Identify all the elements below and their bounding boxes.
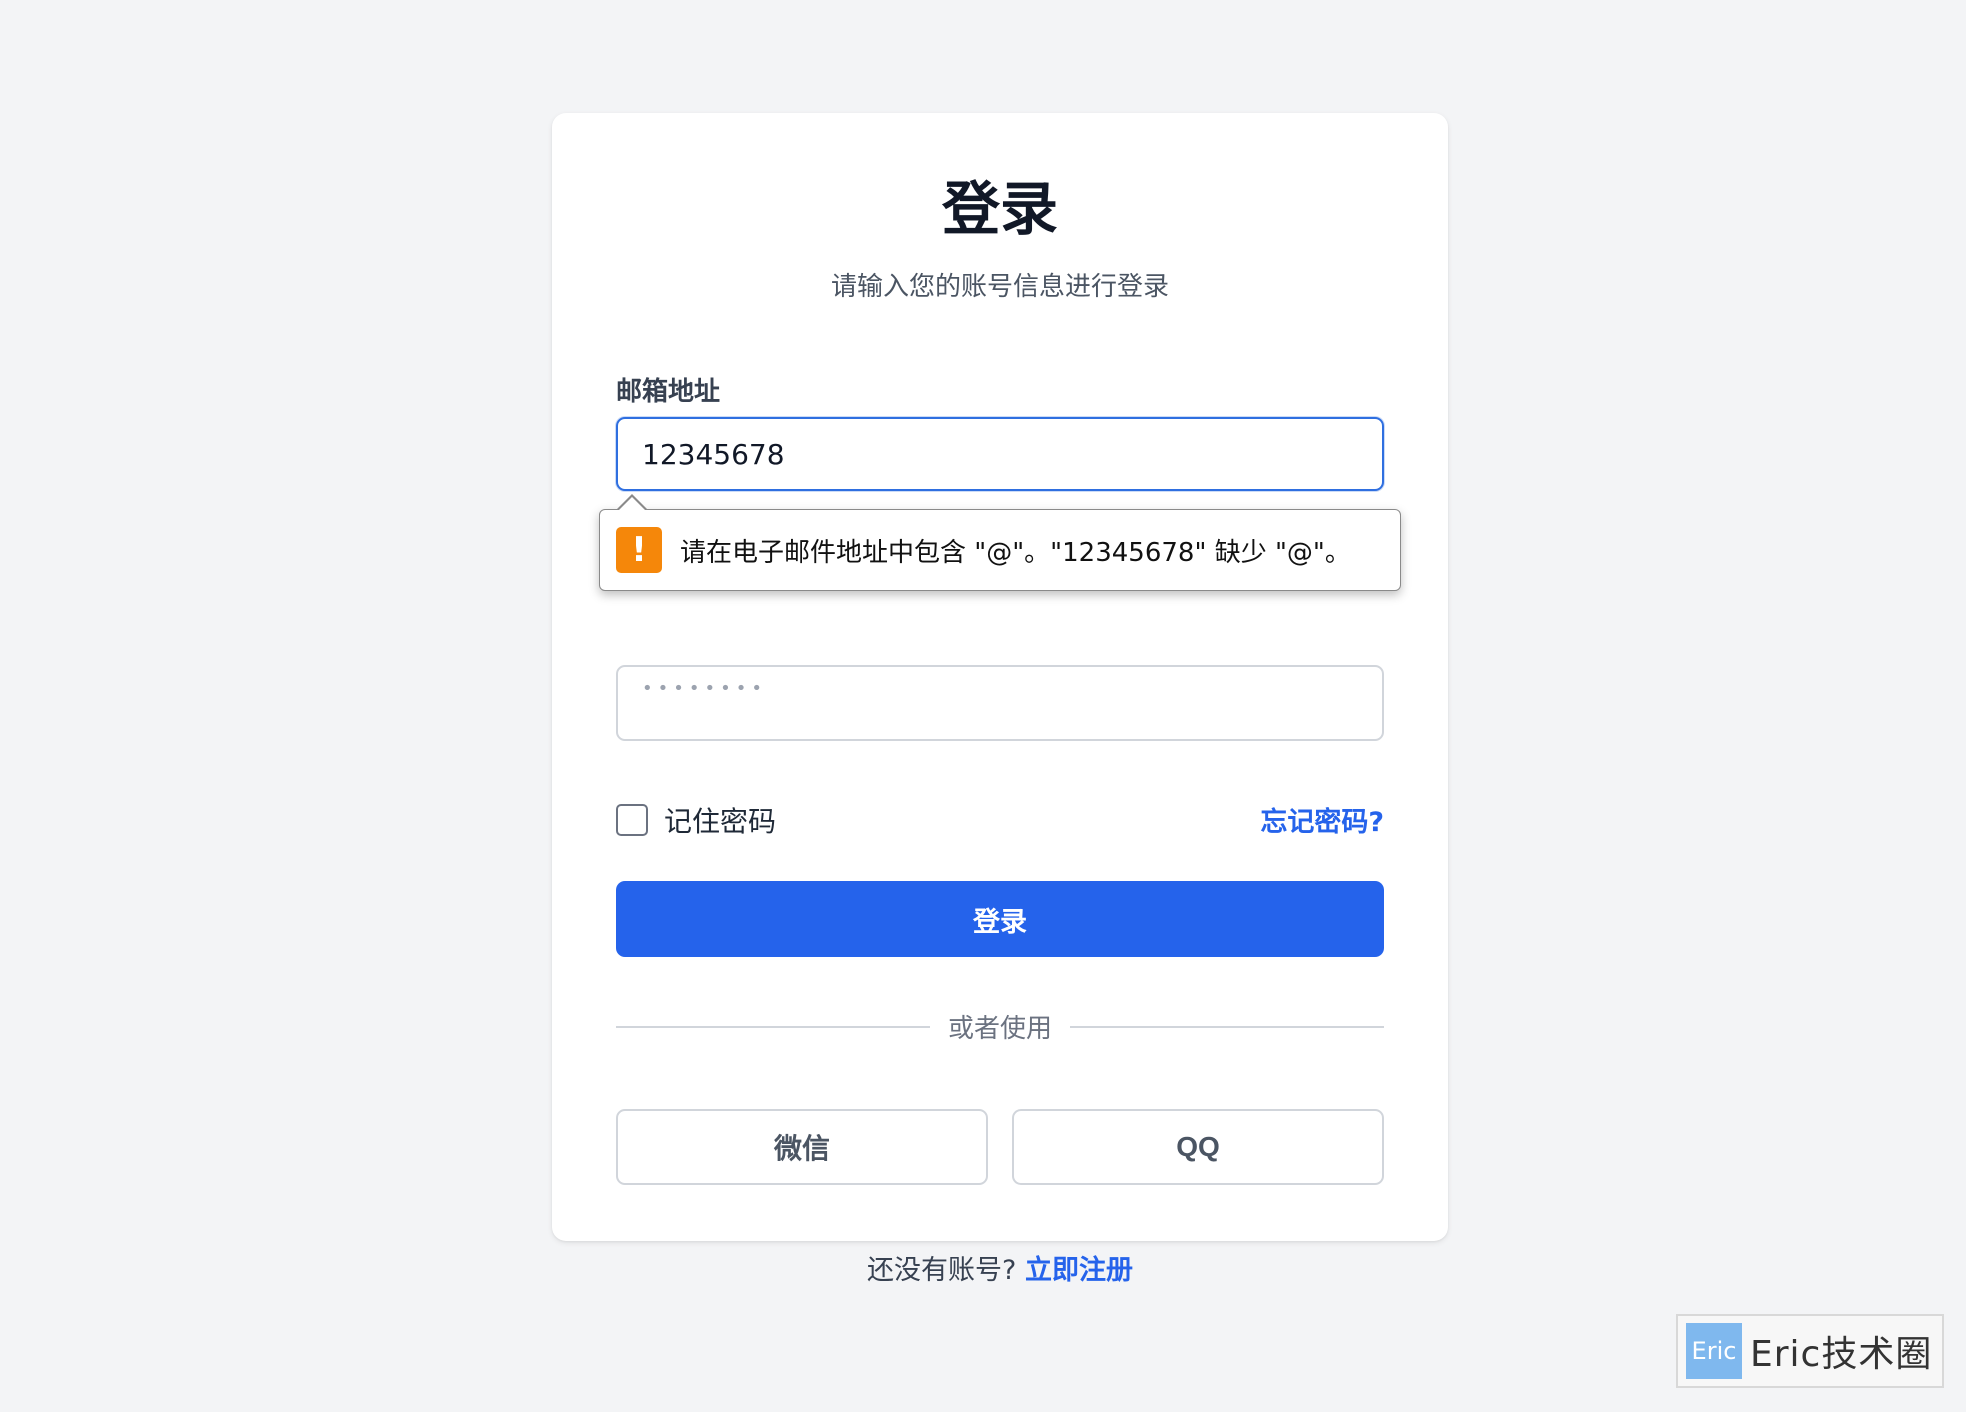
remember-checkbox[interactable] — [616, 804, 648, 836]
qq-login-button[interactable]: QQ — [1012, 1109, 1384, 1185]
divider: 或者使用 — [616, 1008, 1385, 1045]
register-prompt: 还没有账号? 立即注册 — [552, 1248, 1448, 1287]
warning-icon: ! — [616, 527, 662, 573]
login-card: 登录 请输入您的账号信息进行登录 邮箱地址 12345678 •••••••• … — [552, 113, 1448, 1286]
password-mask: •••••••• — [642, 677, 767, 699]
validation-tooltip: ! 请在电子邮件地址中包含 "@"。"12345678" 缺少 "@"。 — [599, 509, 1401, 591]
register-prompt-text: 还没有账号? — [867, 1255, 1025, 1286]
divider-line-left — [616, 1025, 930, 1028]
email-field[interactable]: 12345678 — [616, 417, 1384, 491]
watermark-text: Eric技术圈 — [1750, 1334, 1933, 1375]
register-link[interactable]: 立即注册 — [1025, 1255, 1133, 1286]
page-subtitle: 请输入您的账号信息进行登录 — [830, 272, 1169, 302]
wechat-login-button[interactable]: 微信 — [616, 1109, 988, 1185]
password-field[interactable]: •••••••• — [616, 665, 1384, 741]
validation-message: 请在电子邮件地址中包含 "@"。"12345678" 缺少 "@"。 — [680, 537, 1351, 568]
email-value: 12345678 — [642, 437, 785, 471]
login-button[interactable]: 登录 — [616, 881, 1384, 957]
divider-line-right — [1070, 1025, 1385, 1028]
watermark-logo: Eric — [1686, 1323, 1742, 1379]
remember-label: 记住密码 — [664, 805, 777, 838]
tooltip-arrow-fill — [618, 497, 646, 511]
email-label: 邮箱地址 — [616, 377, 721, 407]
divider-text: 或者使用 — [948, 1014, 1053, 1044]
page-title: 登录 — [941, 175, 1058, 243]
remember-password[interactable]: 记住密码 — [616, 800, 776, 840]
watermark: Eric Eric技术圈 — [1676, 1314, 1944, 1388]
forgot-password-link[interactable]: 忘记密码? — [1260, 800, 1384, 839]
